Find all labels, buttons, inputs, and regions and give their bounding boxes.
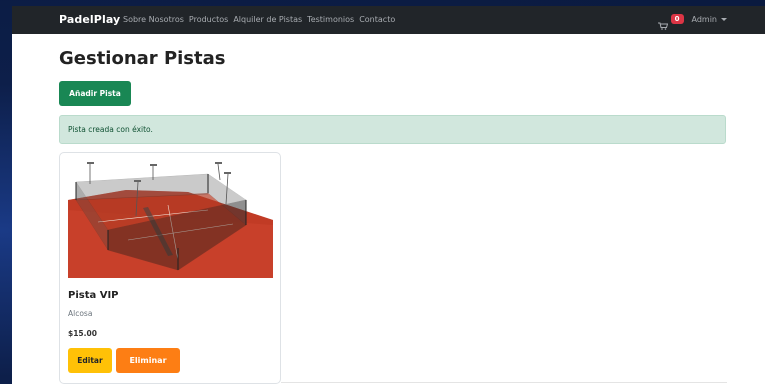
- nav-link-sobre-nosotros[interactable]: Sobre Nosotros: [123, 15, 184, 24]
- court-price: $15.00: [68, 329, 97, 338]
- page-title: Gestionar Pistas: [59, 48, 226, 69]
- add-court-button[interactable]: Añadir Pista: [59, 81, 131, 106]
- nav-links: Sobre Nosotros Productos Alquiler de Pis…: [123, 15, 395, 24]
- delete-court-button[interactable]: Eliminar: [116, 348, 180, 373]
- cart-icon[interactable]: [657, 15, 668, 30]
- nav-link-contacto[interactable]: Contacto: [359, 15, 395, 24]
- court-image: [68, 160, 273, 278]
- edit-court-button[interactable]: Editar: [68, 348, 112, 373]
- nav-right: 0 Admin: [657, 14, 727, 30]
- success-alert: Pista creada con éxito.: [59, 115, 726, 144]
- divider: [281, 382, 727, 383]
- nav-link-productos[interactable]: Productos: [189, 15, 228, 24]
- nav-link-testimonios[interactable]: Testimonios: [307, 15, 354, 24]
- chevron-down-icon: [721, 17, 727, 21]
- brand-logo[interactable]: PadelPlay: [59, 13, 120, 26]
- admin-label: Admin: [691, 14, 718, 24]
- court-card: Pista VIP Alcosa $15.00 Editar Eliminar: [59, 152, 281, 384]
- court-location: Alcosa: [68, 309, 93, 318]
- cart-count-badge[interactable]: 0: [670, 14, 684, 24]
- browser-page: PadelPlay Sobre Nosotros Productos Alqui…: [12, 6, 765, 384]
- navbar: PadelPlay Sobre Nosotros Productos Alqui…: [12, 6, 765, 34]
- admin-dropdown[interactable]: Admin: [691, 14, 727, 24]
- nav-link-alquiler-de-pistas[interactable]: Alquiler de Pistas: [233, 15, 302, 24]
- court-name: Pista VIP: [68, 290, 119, 301]
